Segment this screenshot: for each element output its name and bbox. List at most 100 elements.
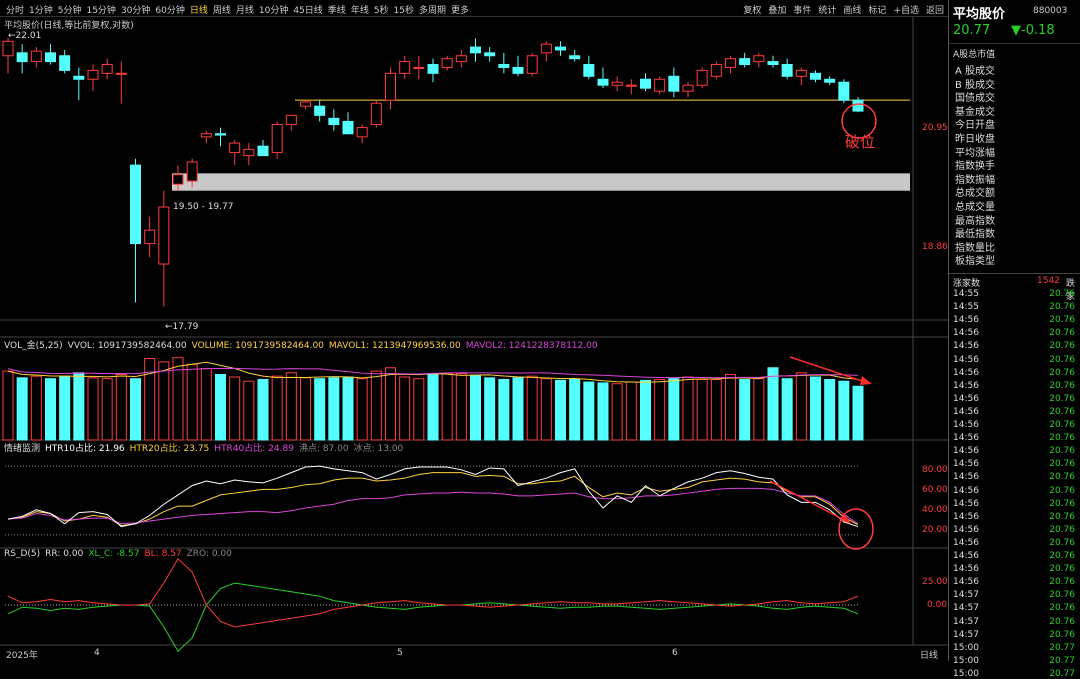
candle-body: [59, 55, 71, 71]
tool-button[interactable]: 事件: [793, 3, 811, 16]
tick-time: 14:56: [953, 446, 979, 457]
volume-bar: [229, 376, 241, 441]
period-tab[interactable]: 周线: [213, 3, 231, 16]
tick-time: 14:56: [953, 367, 979, 378]
tool-button[interactable]: 画线: [843, 3, 861, 16]
period-tab[interactable]: 5分钟: [58, 3, 82, 16]
candle-body: [285, 114, 297, 126]
tool-button[interactable]: 统计: [818, 3, 836, 16]
tool-button[interactable]: 叠加: [768, 3, 786, 16]
tick-price: 20.76: [1049, 393, 1075, 404]
tick-price: 20.76: [1049, 380, 1075, 391]
period-tab[interactable]: 45日线: [293, 3, 322, 16]
candle-body: [229, 142, 241, 153]
candle-body: [342, 120, 354, 135]
tick-price: 20.76: [1049, 616, 1075, 627]
tick-time: 14:56: [953, 564, 979, 575]
volume-bar: [215, 373, 226, 441]
htr10-line: [7, 465, 859, 528]
index-code: 880003: [1033, 6, 1068, 16]
volume-bar: [87, 377, 99, 441]
period-tab[interactable]: 更多: [451, 3, 469, 16]
candle-body: [852, 99, 864, 112]
volume-bar: [470, 374, 481, 441]
period-tab[interactable]: 10分钟: [259, 3, 288, 16]
volume-bar: [640, 379, 651, 441]
candle-body: [45, 52, 56, 63]
period-tab[interactable]: 月线: [236, 3, 254, 16]
period-tab[interactable]: 日线: [190, 3, 208, 16]
tick-price: 20.76: [1049, 629, 1075, 640]
htr-axis-label: 40.00: [922, 505, 948, 515]
candle-body: [101, 64, 113, 74]
volume-bar: [115, 373, 127, 441]
candle-body: [810, 72, 821, 80]
tick-price: 20.76: [1049, 590, 1075, 601]
chart-tools: 复权 叠加 事件 统计 画线 标记 +自选 返回: [736, 3, 944, 16]
volume-bar: [16, 377, 28, 441]
period-tab[interactable]: 15秒: [394, 3, 414, 16]
tool-button[interactable]: +自选: [893, 3, 919, 16]
period-tab[interactable]: 15分钟: [86, 3, 115, 16]
period-tab[interactable]: 5秒: [374, 3, 389, 16]
tick-time: 14:57: [953, 616, 979, 627]
volume-bar: [370, 370, 382, 441]
period-tab[interactable]: 30分钟: [121, 3, 150, 16]
quote-panel: 平均股价 880003 20.77 ▼-0.18 A股总市值 A 股成交 B 股成…: [948, 0, 1080, 679]
candle-body: [555, 46, 566, 51]
candle-body: [356, 127, 368, 138]
breakdown-annotation: 破位: [845, 133, 876, 151]
candle-body: [271, 124, 283, 153]
htr40-line: [7, 487, 859, 525]
index-name: 平均股价: [953, 7, 1006, 22]
tool-button[interactable]: 返回: [926, 3, 944, 16]
tick-time: 14:56: [953, 380, 979, 391]
period-tab[interactable]: 年线: [351, 3, 369, 16]
candle-body: [427, 64, 439, 74]
date-label: 6: [672, 648, 678, 658]
tick-time: 14:56: [953, 433, 979, 444]
tick-price: 20.76: [1049, 328, 1075, 339]
volume-bar: [101, 378, 113, 441]
advance-count-row: 涨家数 1542 跌家: [949, 273, 1080, 302]
volume-bar: [158, 361, 170, 441]
tick-time: 14:56: [953, 577, 979, 588]
bl-line: [7, 558, 859, 628]
period-tab[interactable]: 季线: [328, 3, 346, 16]
volume-bar: [696, 379, 708, 441]
chart-area[interactable]: 平均股价(日线,等比前复权,对数) ←22.01 ←17.79 19.50 - …: [0, 17, 948, 661]
tick-price: 20.77: [1049, 642, 1075, 653]
tool-button[interactable]: 标记: [868, 3, 886, 16]
period-corner-label: 日线: [920, 651, 939, 661]
candle-body: [753, 55, 765, 63]
tick-time: 14:56: [953, 511, 979, 522]
candle-body: [300, 101, 311, 107]
tool-button[interactable]: 复权: [743, 3, 761, 16]
volume-bar: [710, 379, 722, 441]
period-tab[interactable]: 分时: [6, 3, 24, 16]
candle-body: [115, 72, 127, 75]
price-axis-label: 18.86: [922, 242, 948, 252]
candle-body: [73, 75, 85, 80]
tick-price: 20.76: [1049, 406, 1075, 417]
tick-time: 14:56: [953, 406, 979, 417]
candle-body: [583, 64, 595, 77]
tick-time: 14:57: [953, 629, 979, 640]
htr-axis-label: 80.00: [922, 465, 948, 475]
period-tab[interactable]: 1分钟: [29, 3, 53, 16]
candle-body: [144, 229, 156, 245]
volume-bar: [385, 367, 396, 441]
candle-body: [314, 105, 326, 116]
candle-body: [710, 64, 722, 77]
htr-axis-label: 20.00: [922, 525, 948, 535]
volume-bar: [328, 377, 340, 441]
volume-bar: [455, 373, 467, 441]
tick-time: 14:56: [953, 498, 979, 509]
period-tab[interactable]: 60分钟: [155, 3, 184, 16]
stat-item: 板指类型: [955, 256, 995, 268]
period-tab[interactable]: 多周期: [419, 3, 446, 16]
highlight-circle: [838, 508, 874, 550]
candle-body: [215, 133, 226, 136]
low-price-label: ←17.79: [165, 322, 199, 332]
candle-body: [470, 46, 481, 54]
